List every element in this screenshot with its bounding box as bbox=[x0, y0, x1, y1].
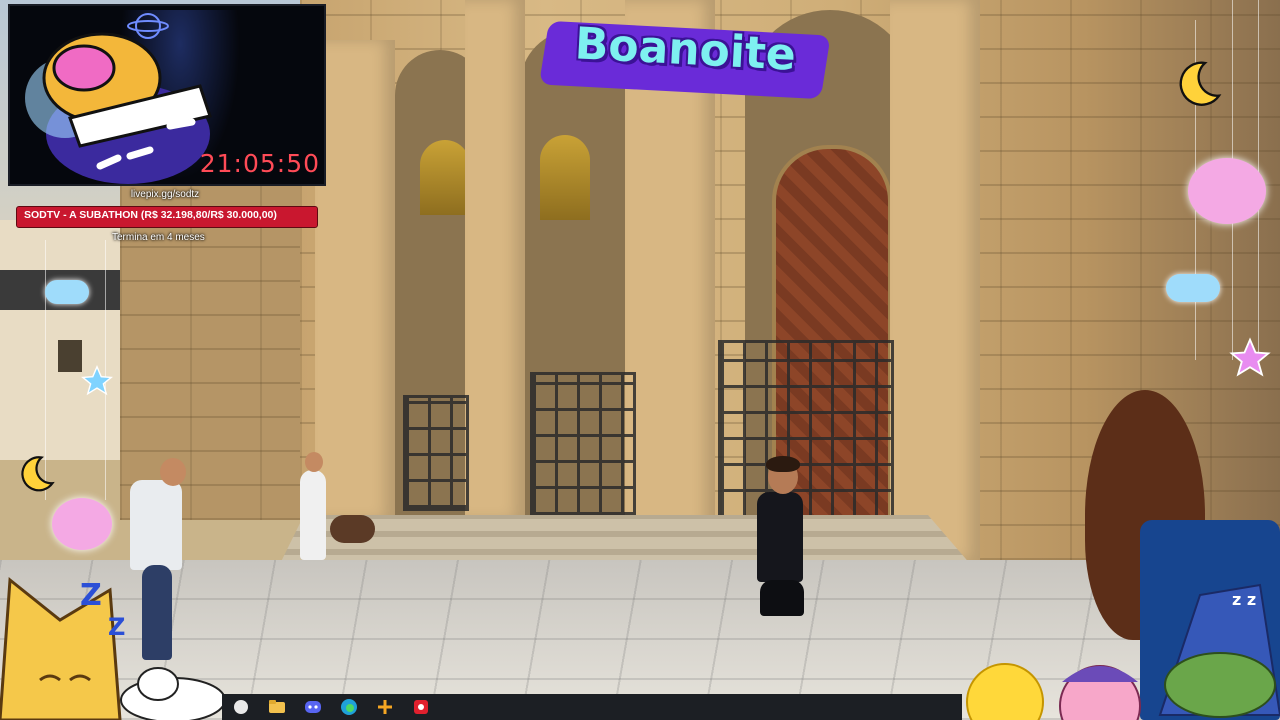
webcam-panel: 21:05:50 bbox=[8, 4, 326, 186]
greeting-banner: Boanoite bbox=[538, 10, 832, 103]
star-icon bbox=[1229, 337, 1271, 377]
svg-text:Z: Z bbox=[80, 578, 102, 613]
stained-window-middle bbox=[540, 135, 590, 220]
person-head bbox=[305, 452, 323, 472]
person-head bbox=[160, 458, 186, 486]
star-icon bbox=[81, 365, 113, 396]
moon-icon bbox=[21, 456, 55, 492]
dog bbox=[330, 515, 375, 543]
kirby-sticker bbox=[1059, 665, 1141, 720]
file-explorer-icon[interactable] bbox=[268, 698, 286, 716]
moon-icon bbox=[1179, 61, 1222, 106]
donation-goal-label: SODTV - A SUBATHON (R$ 32.198,80/R$ 30.0… bbox=[24, 209, 277, 221]
stained-window-left bbox=[420, 140, 470, 215]
svg-text:z z: z z bbox=[1232, 590, 1256, 609]
iron-gate bbox=[718, 340, 894, 521]
person-walker bbox=[300, 470, 326, 560]
windows-start-icon[interactable] bbox=[232, 698, 250, 716]
discord-icon[interactable] bbox=[304, 698, 322, 716]
blue-cloud-icon bbox=[45, 280, 89, 304]
iron-gate bbox=[530, 372, 636, 518]
edge-browser-icon[interactable] bbox=[340, 698, 358, 716]
donation-link: livepix.gg/sodtz bbox=[130, 189, 200, 200]
subathon-ends-text: Termina em 4 meses bbox=[112, 232, 205, 243]
white-cloud-sticker bbox=[120, 667, 226, 720]
person-hair bbox=[766, 456, 800, 472]
iron-gate bbox=[403, 395, 469, 511]
person-boy bbox=[757, 492, 803, 582]
sleepy-emoji-sticker bbox=[966, 663, 1044, 720]
stream-timer: 21:05:50 bbox=[199, 149, 320, 178]
pillar bbox=[890, 0, 980, 560]
tools-app-icon[interactable] bbox=[376, 698, 394, 716]
pink-cloud-icon bbox=[52, 498, 112, 550]
pillar bbox=[465, 0, 525, 520]
sleeping-dog-mascot bbox=[25, 13, 212, 184]
pink-cloud-icon bbox=[1188, 158, 1266, 224]
sleeping-pepe-wizard-sticker: z z bbox=[1158, 583, 1280, 718]
windows-taskbar bbox=[222, 694, 962, 720]
left-building bbox=[0, 220, 130, 460]
record-app-icon[interactable] bbox=[412, 698, 430, 716]
svg-text:Z: Z bbox=[108, 613, 125, 641]
person-tourist bbox=[130, 480, 182, 570]
pillar bbox=[315, 40, 395, 520]
blue-cloud-icon bbox=[1166, 274, 1220, 302]
person-boy-shorts bbox=[760, 580, 804, 616]
